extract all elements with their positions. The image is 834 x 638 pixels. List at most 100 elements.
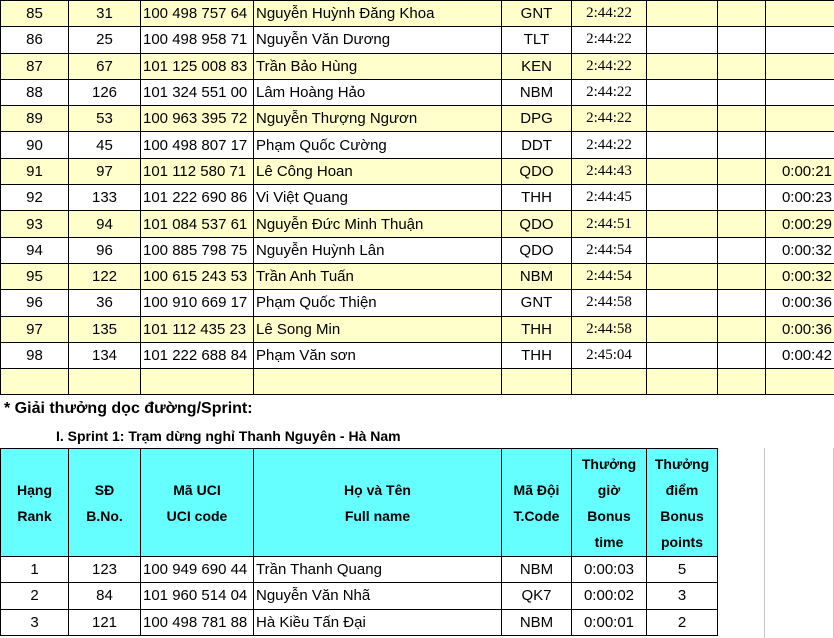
empty-cell [646, 262, 718, 291]
name-cell: Nguyễn Thượng Ngươn [253, 105, 502, 133]
table-row: 88 126 101 324 551 00 Lâm Hoàng Hảo NBM 2:44:… [0, 78, 834, 107]
empty-cell [717, 78, 766, 107]
bib-cell: 96 [68, 236, 141, 264]
gap-cell: 0:00:32 [765, 262, 834, 291]
empty-cell [646, 52, 718, 80]
empty-cell [717, 157, 766, 186]
empty-cell [571, 368, 647, 396]
name-cell: Nguyễn Huỳnh Lân [253, 236, 502, 264]
team-cell: NBM [501, 78, 572, 107]
uci-cell: 101 125 008 83 [140, 52, 254, 80]
empty-cell [646, 157, 718, 186]
header-bib: SĐ B.No. [68, 448, 141, 557]
rank-cell: 2 [0, 582, 69, 610]
empty-cell [717, 262, 766, 291]
bonus-time-cell: 0:00:03 [571, 555, 647, 584]
empty-cell [717, 105, 766, 133]
gap-cell: 0:00:36 [765, 289, 834, 317]
time-cell: 2:44:22 [571, 0, 647, 28]
rank-cell: 85 [0, 0, 69, 28]
empty-cell [646, 0, 718, 28]
bib-cell: 84 [68, 582, 141, 610]
bonus-points-cell: 5 [646, 555, 718, 584]
name-cell: Nguyễn Văn Dương [253, 26, 502, 54]
team-cell: KEN [501, 52, 572, 80]
empty-cell [717, 341, 766, 370]
empty-cell [717, 289, 766, 317]
bonus-time-cell: 0:00:02 [571, 582, 647, 610]
table-row: 86 25 100 498 958 71 Nguyễn Văn Dương TLT 2:4… [0, 26, 834, 54]
table-row: 95 122 100 615 243 53 Trần Anh Tuấn NBM 2:44:… [0, 262, 834, 291]
sprint-header-row: Hạng Rank SĐ B.No. Mã UCI UCI code Họ và Tê… [0, 448, 718, 557]
empty-cell [646, 26, 718, 54]
uci-cell: 100 498 807 17 [140, 131, 254, 159]
table-row: 92 133 101 222 690 86 Vi Việt Quang THH 2:44:… [0, 184, 834, 212]
uci-cell: 101 324 551 00 [140, 78, 254, 107]
sprint-row: 2 84 101 960 514 04 Nguyễn Văn Nhã QK7 0:00:0… [0, 582, 718, 610]
empty-cell [717, 0, 766, 28]
header-bonus-points: Thưởng điểm Bonus points [646, 448, 718, 557]
time-cell: 2:44:43 [571, 157, 647, 186]
time-cell: 2:44:22 [571, 105, 647, 133]
time-cell: 2:44:22 [571, 26, 647, 54]
rank-cell: 90 [0, 131, 69, 159]
uci-cell: 100 910 669 17 [140, 289, 254, 317]
name-cell: Nguyễn Đức Minh Thuận [253, 210, 502, 238]
results-table: 85 31 100 498 757 64 Nguyễn Huỳnh Đăng Khoa… [0, 0, 834, 396]
bib-cell: 135 [68, 315, 141, 343]
table-row: 94 96 100 885 798 75 Nguyễn Huỳnh Lân QDO 2:4… [0, 236, 834, 264]
uci-cell: 100 615 243 53 [140, 262, 254, 291]
team-cell: NBM [501, 555, 572, 584]
bonus-points-cell: 2 [646, 608, 718, 636]
sprint-row: 1 123 100 949 690 44 Trần Thanh Quang NBM 0:0… [0, 555, 718, 584]
header-bonus-time: Thưởng giờ Bonus time [571, 448, 647, 557]
uci-cell: 100 498 781 88 [140, 608, 254, 636]
empty-cell [717, 210, 766, 238]
bib-cell: 25 [68, 26, 141, 54]
time-cell: 2:44:22 [571, 131, 647, 159]
name-cell: Nguyễn Văn Nhã [253, 582, 502, 610]
table-row: 96 36 100 910 669 17 Phạm Quốc Thiện GNT 2:44… [0, 289, 834, 317]
name-cell: Hà Kiều Tấn Đại [253, 608, 502, 636]
name-cell: Lê Song Min [253, 315, 502, 343]
bib-cell: 123 [68, 555, 141, 584]
rank-cell: 3 [0, 608, 69, 636]
name-cell: Trần Thanh Quang [253, 555, 502, 584]
gap-cell [765, 78, 834, 107]
rank-cell: 93 [0, 210, 69, 238]
name-cell: Nguyễn Huỳnh Đăng Khoa [253, 0, 502, 28]
rank-cell: 98 [0, 341, 69, 370]
results-body: 85 31 100 498 757 64 Nguyễn Huỳnh Đăng Khoa… [0, 0, 834, 396]
empty-cell [646, 368, 718, 396]
bib-cell: 133 [68, 184, 141, 212]
uci-cell: 100 498 958 71 [140, 26, 254, 54]
bib-cell: 97 [68, 157, 141, 186]
time-cell: 2:44:54 [571, 236, 647, 264]
bonus-points-cell: 3 [646, 582, 718, 610]
gap-cell [765, 26, 834, 54]
team-cell: THH [501, 184, 572, 212]
empty-cell [646, 210, 718, 238]
sprint-body: 1 123 100 949 690 44 Trần Thanh Quang NBM 0:0… [0, 555, 718, 636]
empty-cell [140, 368, 254, 396]
time-cell: 2:44:58 [571, 315, 647, 343]
gap-cell: 0:00:36 [765, 315, 834, 343]
time-cell: 2:44:45 [571, 184, 647, 212]
uci-cell: 100 885 798 75 [140, 236, 254, 264]
table-row: 98 134 101 222 688 84 Phạm Văn sơn THH 2:45:0… [0, 341, 834, 370]
team-cell: NBM [501, 608, 572, 636]
sprint-table: Hạng Rank SĐ B.No. Mã UCI UCI code Họ và Tê… [0, 448, 718, 636]
gap-cell: 0:00:42 [765, 341, 834, 370]
table-row: 85 31 100 498 757 64 Nguyễn Huỳnh Đăng Khoa… [0, 0, 834, 28]
empty-cell [717, 26, 766, 54]
team-cell: QDO [501, 236, 572, 264]
empty-cell [646, 131, 718, 159]
time-cell: 2:44:22 [571, 52, 647, 80]
uci-cell: 101 084 537 61 [140, 210, 254, 238]
rank-cell: 88 [0, 78, 69, 107]
empty-cell [765, 368, 834, 396]
empty-cell [717, 184, 766, 212]
gap-cell: 0:00:32 [765, 236, 834, 264]
table-row: 87 67 101 125 008 83 Trần Bảo Hùng KEN 2:44:2… [0, 52, 834, 80]
table-row: 97 135 101 112 435 23 Lê Song Min THH 2:44:58… [0, 315, 834, 343]
